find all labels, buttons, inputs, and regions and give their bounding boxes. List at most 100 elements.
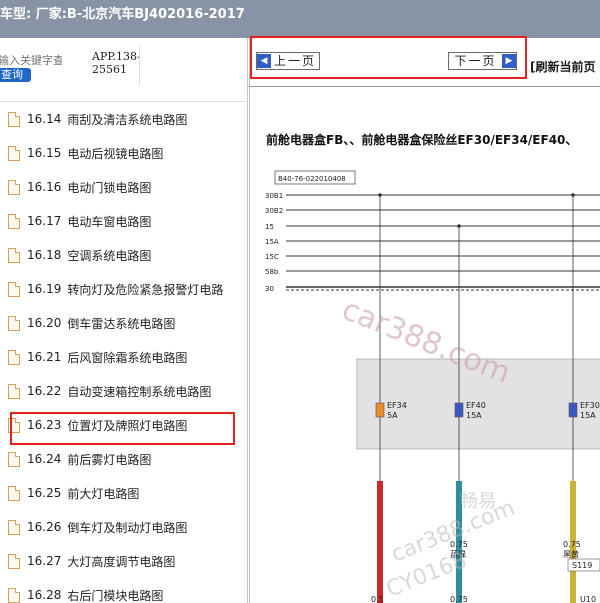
fuse-name: EF30 <box>580 401 600 410</box>
document-icon <box>8 451 20 467</box>
tree-item[interactable]: 16.26 倒车灯及制动灯电路图 <box>8 512 238 542</box>
tree-item[interactable]: 16.24 前后雾灯电路图 <box>8 444 238 474</box>
wire-red-black <box>377 481 383 603</box>
tree-item-number: 16.20 <box>27 316 62 330</box>
tree-item-number: 16.15 <box>27 146 62 160</box>
tree-item[interactable]: 16.16 电动门锁电路图 <box>8 172 238 202</box>
bus-label: 15A <box>265 238 279 246</box>
bus-label: 30B1 <box>265 192 283 200</box>
junction-dot <box>457 224 461 228</box>
wire-gauge: 0.5 <box>371 595 384 603</box>
document-icon <box>8 519 20 535</box>
window-title-bar: 车型: 厂家:B-北京汽车BJ402016-2017 · <box>0 0 600 38</box>
tree-item-number: 16.16 <box>27 180 62 194</box>
tree-item-label: 前后雾灯电路图 <box>67 452 152 467</box>
document-icon <box>8 179 20 195</box>
bus-label: 30 <box>265 285 274 293</box>
fuse-rating: 15A <box>466 411 482 420</box>
tree-item-label: 电动门锁电路图 <box>67 180 152 195</box>
tree-item-number: 16.24 <box>27 452 62 466</box>
document-icon <box>8 213 20 229</box>
tree-item-label: 雨刮及清洁系统电路图 <box>67 112 188 127</box>
app-code: APP.138- 25561 <box>92 50 141 76</box>
bus-label: 15 <box>265 223 274 231</box>
wiring-diagram: B40-76-022010408 30B1 30B2 15 15A 15C 58… <box>265 170 600 603</box>
bus-label: 58b <box>265 268 279 276</box>
tree-item-label: 右后门模块电路图 <box>67 588 164 603</box>
sidebar: 查询 APP.138- 25561 16.14 雨刮及清洁系统电路图 16.15 电… <box>0 38 248 603</box>
document-icon <box>8 553 20 569</box>
tree-item-label: 大灯高度调节电路图 <box>67 554 176 569</box>
content-pane: ◀ 上一页 下一页 ▶ [刷新当前页 前舱电器盒FB、、前舱电器盒保险丝EF30… <box>249 36 600 603</box>
document-icon <box>8 247 20 263</box>
wire-color: 黑黄 <box>563 549 579 559</box>
app-code-line2: 25561 <box>92 63 127 76</box>
tree-item[interactable]: 16.15 电动后视镜电路图 <box>8 138 238 168</box>
tree-item-selected[interactable]: 16.22 自动变速箱控制系统电路图 <box>8 376 238 406</box>
tree-item-number: 16.27 <box>27 554 62 568</box>
search-button[interactable]: 查询 <box>0 68 31 82</box>
fuse-body <box>454 402 464 418</box>
nav-buttons-highlight <box>250 36 527 79</box>
tree-item-number: 16.22 <box>27 384 62 398</box>
tree-item[interactable]: 16.20 倒车雷达系统电路图 <box>8 308 238 338</box>
window-title: 车型: 厂家:B-北京汽车BJ402016-2017 <box>0 7 245 22</box>
document-icon <box>8 111 20 127</box>
fuse-rating: 5A <box>387 411 398 420</box>
tree-item-number: 16.19 <box>27 282 62 296</box>
tree-item-label: 电动后视镜电路图 <box>67 146 164 161</box>
tree-item[interactable]: 16.19 转向灯及危险紧急报警灯电路 <box>8 274 238 304</box>
tree-item-label: 空调系统电路图 <box>67 248 152 263</box>
tree-item[interactable]: 16.18 空调系统电路图 <box>8 240 238 270</box>
app-code-line1: APP.138- <box>92 50 141 63</box>
title-dot: · <box>236 2 241 16</box>
tree-item-label: 后风窗除霜系统电路图 <box>67 350 188 365</box>
search-input[interactable] <box>0 52 62 68</box>
page-toolbar: ◀ 上一页 下一页 ▶ [刷新当前页 <box>250 36 600 86</box>
wire-gauge: 0.75 <box>563 540 581 549</box>
fuse-body <box>375 402 385 418</box>
wire-gauge: 0.75 <box>450 595 468 603</box>
fuse-rating: 15A <box>580 411 596 420</box>
tree-item[interactable]: 16.21 后风窗除霜系统电路图 <box>8 342 238 372</box>
ref-code: B40-76-022010408 <box>278 175 346 183</box>
tree-item-label: 前大灯电路图 <box>67 486 140 501</box>
tree-item-number: 16.14 <box>27 112 62 126</box>
tree-item[interactable]: 16.14 雨刮及清洁系统电路图 <box>8 104 238 134</box>
tree-item-number: 16.17 <box>27 214 62 228</box>
document-icon <box>8 383 20 399</box>
fuse-body <box>568 402 578 418</box>
tree-item-number: 16.28 <box>27 588 62 602</box>
connector-label: U10 <box>580 595 596 603</box>
fuse-name: EF40 <box>466 401 486 410</box>
tree-item[interactable]: 16.25 前大灯电路图 <box>8 478 238 508</box>
tree-item-label: 转向灯及危险紧急报警灯电路 <box>67 282 224 297</box>
document-icon <box>8 349 20 365</box>
document-icon <box>8 315 20 331</box>
document-icon <box>8 145 20 161</box>
tree-item-number: 16.25 <box>27 486 62 500</box>
document-icon <box>8 281 20 297</box>
tree-item-label: 倒车灯及制动灯电路图 <box>67 520 188 535</box>
search-row: 查询 APP.138- 25561 <box>0 38 248 102</box>
fuse-name: EF34 <box>387 401 407 410</box>
tree-item-label: 自动变速箱控制系统电路图 <box>67 384 212 399</box>
tree-item-number: 16.21 <box>27 350 62 364</box>
bus-bars: 30B1 30B2 15 15A 15C 58b 30 <box>265 192 600 293</box>
selected-item-highlight <box>10 412 235 445</box>
bus-label: 30B2 <box>265 207 283 215</box>
document-icon <box>8 587 20 603</box>
tree-item-number: 16.26 <box>27 520 62 534</box>
document-icon <box>8 485 20 501</box>
junction-dot <box>378 193 382 197</box>
tree-item[interactable]: 16.28 右后门模块电路图 <box>8 580 238 603</box>
column-divider <box>139 46 140 86</box>
junction-dot <box>571 193 575 197</box>
tree-item[interactable]: 16.27 大灯高度调节电路图 <box>8 546 238 576</box>
bus-label: 15C <box>265 253 279 261</box>
document-viewer[interactable]: 前舱电器盒FB、、前舱电器盒保险丝EF30/EF34/EF40、 B40-76-… <box>250 86 600 603</box>
tree-item[interactable]: 16.17 电动车窗电路图 <box>8 206 238 236</box>
refresh-page-link[interactable]: [刷新当前页 <box>530 58 596 75</box>
tree-item-label: 倒车雷达系统电路图 <box>67 316 176 331</box>
tree-item-label: 电动车窗电路图 <box>67 214 152 229</box>
